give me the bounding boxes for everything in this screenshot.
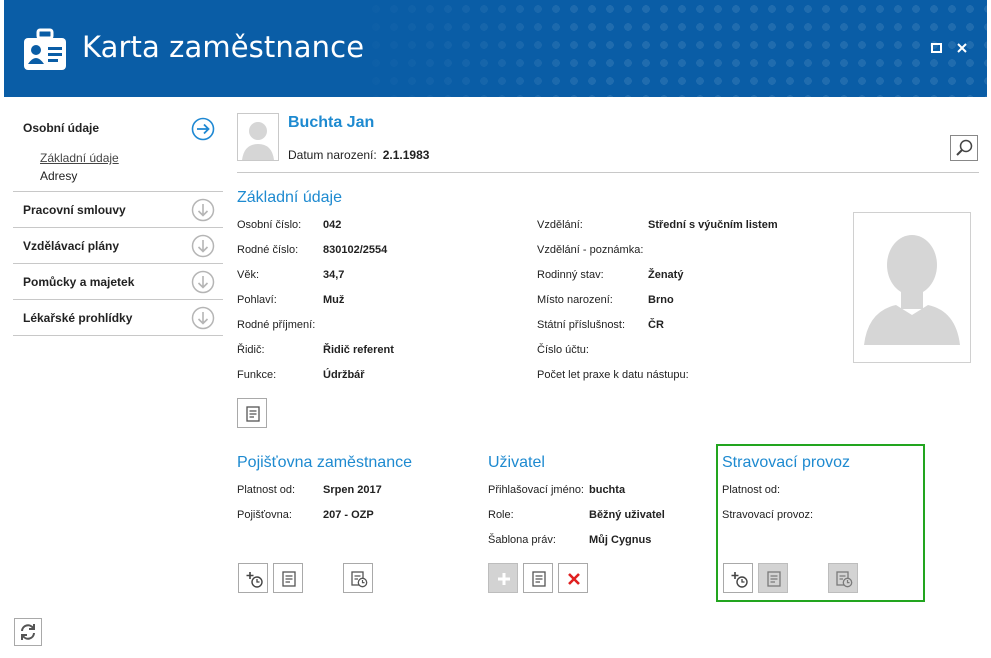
search-button[interactable] xyxy=(950,135,978,161)
search-icon xyxy=(956,139,973,156)
field-value: Běžný uživatel xyxy=(589,509,665,521)
add-history-icon xyxy=(246,572,263,588)
add-canteen-button[interactable] xyxy=(723,563,753,593)
sidebar-section-lekarske-prohlidky[interactable]: Lékařské prohlídky xyxy=(13,300,223,336)
sidebar-section-label: Osobní údaje xyxy=(23,121,100,135)
id-card-icon xyxy=(24,28,66,70)
field-label: Vzdělání: xyxy=(537,219,583,231)
section-title-zakladni-udaje: Základní údaje xyxy=(237,189,342,206)
sidebar-section-label: Vzdělávací plány xyxy=(23,239,120,253)
sidebar-section-osobni-udaje[interactable]: Osobní údaje Základní údaje Adresy xyxy=(13,110,223,192)
field-label: Platnost od: xyxy=(722,484,781,496)
add-history-button[interactable] xyxy=(238,563,268,593)
field-label: Funkce: xyxy=(237,369,277,381)
field-value: Střední s výučním listem xyxy=(648,219,778,231)
sidebar-section-pomucky-a-majetek[interactable]: Pomůcky a majetek xyxy=(13,264,223,300)
field-label: Rodinný stav: xyxy=(537,269,604,281)
field-label: Státní příslušnost: xyxy=(537,319,626,331)
edit-insurance-button[interactable] xyxy=(273,563,303,593)
field-label: Počet let praxe k datu nástupu: xyxy=(537,369,689,381)
field-label: Číslo účtu: xyxy=(537,344,589,356)
avatar xyxy=(237,113,279,161)
history-document-icon xyxy=(836,571,853,588)
sidebar-item-zakladni-udaje[interactable]: Základní údaje xyxy=(40,151,119,165)
field-value: ČR xyxy=(648,319,664,331)
sidebar-section-label: Pomůcky a majetek xyxy=(23,275,135,289)
field-label: Rodné příjmení: xyxy=(237,319,316,331)
field-label: Role: xyxy=(488,509,514,521)
sidebar-section-vzdelavaci-plany[interactable]: Vzdělávací plány xyxy=(13,228,223,264)
delete-user-button[interactable] xyxy=(558,563,588,593)
edit-document-icon xyxy=(532,571,546,587)
employee-photo xyxy=(853,212,971,363)
field-value: Ženatý xyxy=(648,269,684,281)
field-label: Vzdělání - poznámka: xyxy=(537,244,644,256)
edit-document-icon xyxy=(246,406,260,422)
field-value: 042 xyxy=(323,219,342,231)
refresh-icon xyxy=(21,624,35,640)
field-label: Pohlaví: xyxy=(237,294,277,306)
field-value: Brno xyxy=(648,294,674,306)
plus-icon xyxy=(498,573,510,585)
arrow-down-icon[interactable] xyxy=(191,198,215,222)
dob-label: Datum narození: xyxy=(288,148,377,162)
refresh-button[interactable] xyxy=(14,618,42,646)
section-title-pojistovna: Pojišťovna zaměstnance xyxy=(237,454,412,471)
field-label: Pojišťovna: xyxy=(237,509,292,521)
field-label: Šablona práv: xyxy=(488,534,556,546)
field-label: Řidič: xyxy=(237,344,265,356)
field-value: 34,7 xyxy=(323,269,345,281)
field-value: 207 - OZP xyxy=(323,509,374,521)
sidebar: Osobní údaje Základní údaje Adresy Praco… xyxy=(13,110,223,336)
arrow-down-icon[interactable] xyxy=(191,306,215,330)
arrow-down-icon[interactable] xyxy=(191,234,215,258)
history-insurance-button[interactable] xyxy=(343,563,373,593)
sidebar-section-pracovni-smlouvy[interactable]: Pracovní smlouvy xyxy=(13,192,223,228)
sidebar-section-label: Lékařské prohlídky xyxy=(23,311,133,325)
person-silhouette-icon xyxy=(242,122,274,160)
field-label: Platnost od: xyxy=(237,484,296,496)
title-bar: Karta zaměstnance xyxy=(4,0,987,97)
close-button[interactable] xyxy=(955,42,969,56)
window-title: Karta zaměstnance xyxy=(82,30,365,64)
sidebar-item-adresy[interactable]: Adresy xyxy=(40,169,77,183)
sidebar-section-label: Pracovní smlouvy xyxy=(23,203,126,217)
person-silhouette-icon xyxy=(864,235,960,345)
field-label: Stravovací provoz: xyxy=(722,509,814,521)
section-title-stravovaci-provoz: Stravovací provoz xyxy=(722,454,851,471)
arrow-down-icon[interactable] xyxy=(191,270,215,294)
field-value: 830102/2554 xyxy=(323,244,388,256)
field-label: Osobní číslo: xyxy=(237,219,302,231)
employee-name: Buchta Jan xyxy=(288,114,375,131)
edit-document-icon xyxy=(282,571,296,587)
maximize-button[interactable] xyxy=(930,42,944,56)
history-document-icon xyxy=(351,571,368,588)
field-value: buchta xyxy=(589,484,626,496)
field-label: Rodné číslo: xyxy=(237,244,299,256)
field-label: Místo narození: xyxy=(537,294,613,306)
delete-icon xyxy=(568,573,580,585)
field-value: Srpen 2017 xyxy=(323,484,382,496)
dob-value: 2.1.1983 xyxy=(382,148,430,162)
field-value: Můj Cygnus xyxy=(589,534,652,546)
edit-canteen-button[interactable] xyxy=(758,563,788,593)
field-label: Věk: xyxy=(237,269,260,281)
section-title-uzivatel: Uživatel xyxy=(488,454,545,471)
add-history-icon xyxy=(731,572,748,588)
arrow-right-icon[interactable] xyxy=(191,117,215,141)
add-user-button[interactable] xyxy=(488,563,518,593)
close-icon xyxy=(957,43,967,53)
edit-basic-button[interactable] xyxy=(237,398,267,428)
field-value: Muž xyxy=(323,294,345,306)
history-canteen-button[interactable] xyxy=(828,563,858,593)
maximize-icon xyxy=(931,43,942,53)
date-of-birth: Datum narození: 2.1.1983 xyxy=(288,148,429,162)
field-value: Řidič referent xyxy=(323,344,394,356)
field-label: Přihlašovací jméno: xyxy=(488,484,584,496)
edit-document-icon xyxy=(767,571,781,587)
field-value: Údržbář xyxy=(323,369,365,381)
header-divider xyxy=(237,172,979,173)
edit-user-button[interactable] xyxy=(523,563,553,593)
